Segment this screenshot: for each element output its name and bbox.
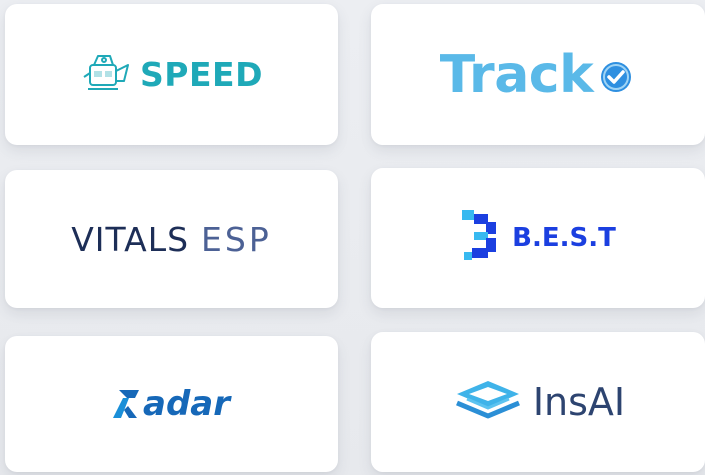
logo-card-best[interactable]: B.E.S.T — [371, 168, 705, 308]
check-circle-icon — [593, 47, 636, 102]
insai-logo: InsAI — [451, 377, 625, 428]
radar-r-icon — [113, 384, 143, 425]
speed-logo: SPEED — [80, 51, 263, 98]
tracko-logo-text: Track — [439, 44, 594, 105]
logo-card-tracko[interactable]: Track — [371, 4, 705, 145]
tracko-logo: Track — [440, 45, 636, 105]
best-logo-text: B.E.S.T — [512, 223, 616, 253]
logo-grid: SPEED Track VITALS ESP B.E.S.T adar InsA… — [0, 0, 705, 475]
esp-logo-text: ESP — [201, 219, 272, 259]
layers-icon — [451, 377, 525, 428]
logo-card-radar[interactable]: adar — [5, 336, 338, 472]
vitals-logo-text: VITALS — [71, 219, 190, 259]
pixel-b-icon — [460, 208, 500, 269]
logo-card-insai[interactable]: InsAI — [371, 332, 705, 472]
best-logo: B.E.S.T — [460, 208, 616, 269]
radar-logo: adar — [113, 384, 230, 425]
logo-card-speed[interactable]: SPEED — [5, 4, 338, 145]
logo-card-vitals-esp[interactable]: VITALS ESP — [5, 170, 338, 308]
insai-logo-text: InsAI — [532, 380, 626, 424]
robot-mascot-icon — [80, 51, 134, 98]
radar-logo-text: adar — [143, 384, 230, 424]
vitals-esp-logo: VITALS ESP — [71, 220, 272, 259]
speed-logo-text: SPEED — [140, 55, 263, 94]
